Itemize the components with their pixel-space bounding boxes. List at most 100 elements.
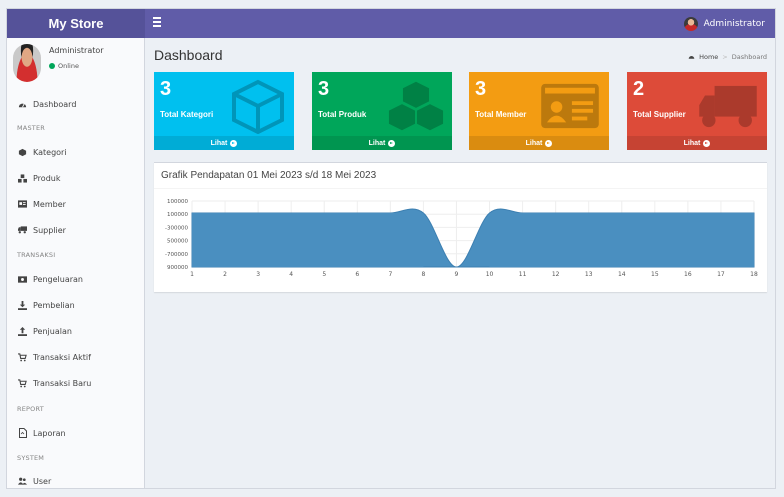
- breadcrumb-current: Dashboard: [731, 53, 767, 61]
- sidebar-item-label: Penjualan: [33, 326, 72, 336]
- dashboard-icon: [18, 100, 27, 109]
- user-status: Online: [49, 62, 79, 70]
- series-area-fill: [489, 213, 754, 267]
- x-tick-label: 3: [256, 271, 260, 278]
- cubes-icon: [388, 81, 444, 131]
- stat-link-label: Lihat: [683, 139, 701, 147]
- money-icon: [18, 275, 27, 284]
- sidebar-item-pengeluaran[interactable]: Pengeluaran: [7, 268, 145, 290]
- cube-icon: [232, 79, 284, 134]
- sidebar-item-user[interactable]: User: [7, 470, 145, 488]
- x-tick-label: 11: [519, 271, 527, 278]
- sidebar-item-label: Supplier: [33, 225, 66, 235]
- sidebar-item-label: Transaksi Baru: [33, 378, 92, 388]
- cubes-icon: [18, 173, 27, 183]
- y-tick-label: 500000: [167, 239, 188, 245]
- id-card-icon: [18, 200, 27, 209]
- x-tick-label: 16: [684, 271, 692, 278]
- stat-label: Total Member: [475, 110, 527, 119]
- nav-header-system: SYSTEM: [17, 454, 45, 462]
- truck-icon: [18, 226, 27, 235]
- user-status-text: Online: [58, 62, 79, 70]
- users-icon: [18, 477, 27, 486]
- y-tick-label: -300000: [165, 225, 188, 231]
- stat-value: 3: [160, 78, 172, 100]
- nav-header-report: REPORT: [17, 405, 44, 413]
- x-tick-label: 9: [455, 271, 459, 278]
- cart-icon: [18, 378, 27, 388]
- y-tick-label: 100000: [167, 212, 188, 218]
- page-title: Dashboard: [154, 47, 223, 63]
- app-window: My Store Administrator Administrator Onl…: [6, 8, 776, 489]
- brand-logo[interactable]: My Store: [7, 9, 145, 38]
- stat-box-supplier: 2 Total Supplier Lihat: [627, 72, 767, 150]
- sidebar-item-transaksi-aktif[interactable]: Transaksi Aktif: [7, 346, 145, 368]
- breadcrumb-home[interactable]: Home: [699, 53, 718, 61]
- truck-icon: [699, 85, 757, 128]
- sidebar-item-produk[interactable]: Produk: [7, 167, 145, 189]
- top-navbar: My Store Administrator: [7, 9, 775, 38]
- sidebar-item-label: User: [33, 476, 52, 486]
- x-tick-label: 5: [322, 271, 326, 278]
- stat-value: 3: [318, 78, 330, 100]
- nav-header-transaksi: TRANSAKSI: [17, 251, 56, 259]
- x-tick-label: 13: [585, 271, 593, 278]
- x-tick-label: 18: [750, 271, 758, 278]
- stat-label: Total Supplier: [633, 110, 686, 119]
- sidebar-item-label: Pengeluaran: [33, 274, 83, 284]
- sidebar-item-kategori[interactable]: Kategori: [7, 141, 145, 163]
- breadcrumb-separator: >: [722, 53, 728, 61]
- avatar: [13, 44, 41, 82]
- stat-label: Total Produk: [318, 110, 367, 119]
- sidebar-item-label: Laporan: [33, 428, 66, 438]
- dashboard-icon: [688, 53, 695, 61]
- stat-more-link[interactable]: Lihat: [154, 136, 294, 150]
- main-content: Dashboard Home > Dashboard 3 Total Kateg…: [145, 38, 775, 488]
- sidebar-item-transaksi-baru[interactable]: Transaksi Baru: [7, 372, 145, 394]
- sidebar-item-label: Member: [33, 199, 66, 209]
- x-tick-label: 1: [190, 271, 194, 278]
- cart-icon: [18, 352, 27, 362]
- upload-icon: [18, 326, 27, 336]
- user-panel-name: Administrator: [49, 46, 104, 55]
- x-tick-label: 2: [223, 271, 227, 278]
- user-panel: Administrator Online: [7, 38, 144, 88]
- x-tick-label: 17: [717, 271, 725, 278]
- income-chart-panel: Grafik Pendapatan 01 Mei 2023 s/d 18 Mei…: [154, 162, 767, 292]
- x-tick-label: 8: [421, 271, 425, 278]
- stat-more-link[interactable]: Lihat: [312, 136, 452, 150]
- y-tick-label: 900000: [167, 265, 188, 271]
- sidebar: Administrator Online Dashboard MASTER Ka…: [7, 38, 145, 488]
- arrow-circle-right-icon: [230, 139, 238, 147]
- x-tick-label: 14: [618, 271, 626, 278]
- stat-box-kategori: 3 Total Kategori Lihat: [154, 72, 294, 150]
- avatar: [683, 16, 698, 31]
- stat-link-label: Lihat: [210, 139, 228, 147]
- sidebar-item-laporan[interactable]: Laporan: [7, 422, 145, 444]
- id-card-icon: [541, 83, 599, 129]
- cube-icon: [18, 148, 27, 157]
- sidebar-item-penjualan[interactable]: Penjualan: [7, 320, 145, 342]
- sidebar-item-dashboard[interactable]: Dashboard: [7, 93, 145, 115]
- x-tick-label: 15: [651, 271, 659, 278]
- arrow-circle-right-icon: [703, 139, 711, 147]
- sidebar-item-member[interactable]: Member: [7, 193, 145, 215]
- user-menu[interactable]: Administrator: [683, 9, 765, 38]
- x-tick-label: 10: [486, 271, 494, 278]
- y-tick-label: -700000: [165, 252, 188, 258]
- sidebar-item-pembelian[interactable]: Pembelian: [7, 294, 145, 316]
- online-dot-icon: [49, 63, 55, 69]
- income-area-chart: 100000100000-300000500000-7000009000001 2…: [165, 199, 758, 278]
- stat-box-produk: 3 Total Produk Lihat: [312, 72, 452, 150]
- sidebar-item-label: Produk: [33, 173, 61, 183]
- sidebar-toggle-icon[interactable]: [153, 17, 163, 29]
- x-tick-label: 4: [289, 271, 293, 278]
- sidebar-item-label: Transaksi Aktif: [33, 352, 91, 362]
- sidebar-item-supplier[interactable]: Supplier: [7, 219, 145, 241]
- breadcrumb: Home > Dashboard: [688, 53, 767, 61]
- download-icon: [18, 300, 27, 310]
- stat-more-link[interactable]: Lihat: [469, 136, 609, 150]
- sidebar-item-label: Kategori: [33, 147, 67, 157]
- stat-more-link[interactable]: Lihat: [627, 136, 767, 150]
- stat-label: Total Kategori: [160, 110, 214, 119]
